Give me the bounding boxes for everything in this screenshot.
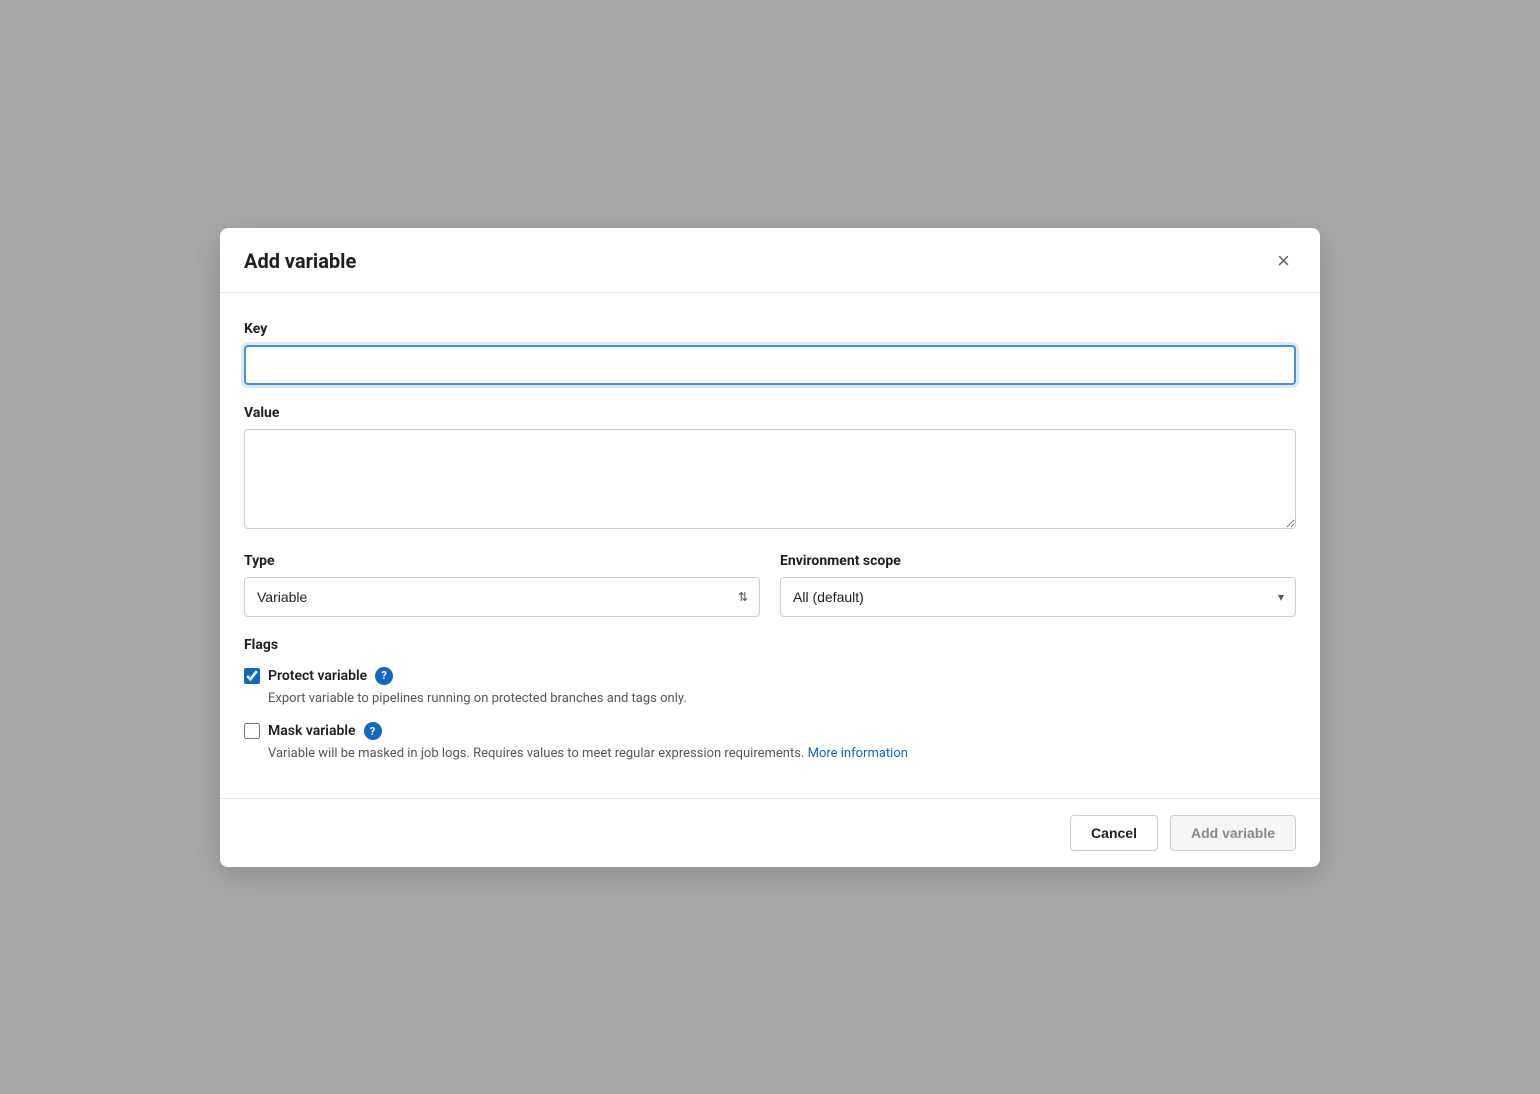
env-scope-select-wrapper: All (default) production staging develop… bbox=[780, 577, 1296, 617]
protect-variable-description: Export variable to pipelines running on … bbox=[268, 689, 1296, 709]
value-textarea[interactable] bbox=[244, 429, 1296, 529]
mask-variable-row: Mask variable ? bbox=[244, 722, 1296, 740]
close-button[interactable]: × bbox=[1271, 248, 1296, 274]
type-select[interactable]: Variable File bbox=[244, 577, 760, 617]
env-scope-col: Environment scope All (default) producti… bbox=[780, 553, 1296, 617]
value-field-group: Value bbox=[244, 405, 1296, 533]
mask-variable-checkbox[interactable] bbox=[244, 723, 260, 739]
modal-body: Key Value Type Variable File ⇅ bbox=[220, 293, 1320, 798]
type-env-row: Type Variable File ⇅ Environment scope A… bbox=[244, 553, 1296, 617]
mask-variable-item: Mask variable ? Variable will be masked … bbox=[244, 722, 1296, 764]
protect-variable-checkbox[interactable] bbox=[244, 668, 260, 684]
protect-variable-row: Protect variable ? bbox=[244, 667, 1296, 685]
value-label: Value bbox=[244, 405, 1296, 421]
add-variable-modal: Add variable × Key Value Type bbox=[220, 228, 1320, 867]
add-variable-button[interactable]: Add variable bbox=[1170, 815, 1296, 851]
mask-variable-description-text: Variable will be masked in job logs. Req… bbox=[268, 746, 808, 761]
modal-title: Add variable bbox=[244, 249, 356, 273]
cancel-button[interactable]: Cancel bbox=[1070, 815, 1158, 851]
modal-overlay: Add variable × Key Value Type bbox=[0, 0, 1540, 1094]
mask-variable-help-icon[interactable]: ? bbox=[364, 722, 382, 740]
modal-footer: Cancel Add variable bbox=[220, 798, 1320, 867]
protect-variable-help-icon[interactable]: ? bbox=[375, 667, 393, 685]
modal-header: Add variable × bbox=[220, 228, 1320, 293]
type-col: Type Variable File ⇅ bbox=[244, 553, 760, 617]
mask-variable-name: Mask variable bbox=[268, 723, 356, 739]
more-information-link[interactable]: More information bbox=[808, 746, 908, 761]
flags-section: Flags Protect variable ? Export variable… bbox=[244, 637, 1296, 764]
env-scope-select[interactable]: All (default) production staging develop… bbox=[780, 577, 1296, 617]
type-select-wrapper: Variable File ⇅ bbox=[244, 577, 760, 617]
key-input[interactable] bbox=[244, 345, 1296, 385]
key-field-group: Key bbox=[244, 321, 1296, 385]
protect-variable-item: Protect variable ? Export variable to pi… bbox=[244, 667, 1296, 709]
flags-label: Flags bbox=[244, 637, 1296, 653]
protect-variable-name: Protect variable bbox=[268, 668, 367, 684]
key-label: Key bbox=[244, 321, 1296, 337]
env-scope-label: Environment scope bbox=[780, 553, 1296, 569]
type-label: Type bbox=[244, 553, 760, 569]
mask-variable-description: Variable will be masked in job logs. Req… bbox=[268, 744, 1296, 764]
